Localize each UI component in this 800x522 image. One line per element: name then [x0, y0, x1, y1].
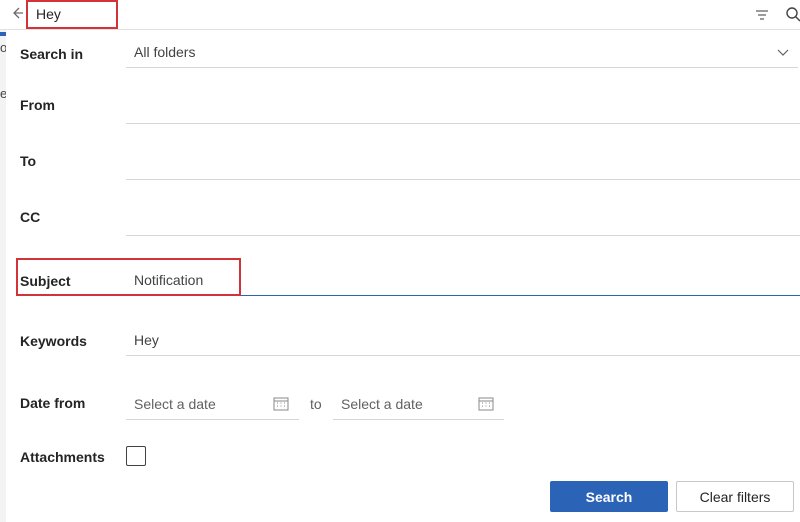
attachments-checkbox[interactable] — [126, 446, 146, 466]
calendar-icon[interactable] — [478, 397, 494, 411]
to-label: To — [20, 153, 37, 169]
highlight-box-search — [26, 0, 118, 29]
advanced-search-panel: Search in All folders From To CC Subject… — [6, 30, 800, 522]
cc-field[interactable] — [126, 206, 800, 236]
chevron-down-icon[interactable] — [776, 45, 790, 59]
date-from-placeholder: Select a date — [134, 396, 216, 412]
keywords-value: Hey — [134, 332, 159, 348]
date-from-label: Date from — [20, 395, 86, 411]
clear-filters-button[interactable]: Clear filters — [676, 481, 794, 512]
keywords-label: Keywords — [20, 333, 87, 349]
date-from-picker[interactable]: Select a date — [126, 388, 299, 420]
filter-icon[interactable] — [755, 8, 769, 22]
from-label: From — [20, 97, 55, 113]
search-in-dropdown[interactable]: All folders — [126, 38, 798, 68]
keywords-field[interactable]: Hey — [126, 326, 800, 356]
search-bar: Hey — [0, 0, 800, 30]
search-icon[interactable] — [785, 6, 800, 22]
search-button[interactable]: Search — [550, 481, 668, 512]
search-in-label: Search in — [20, 46, 84, 62]
arrow-left-icon[interactable] — [10, 6, 26, 22]
highlight-box-subject — [16, 258, 241, 296]
attachments-label: Attachments — [20, 449, 105, 465]
date-to-picker[interactable]: Select a date — [333, 388, 504, 420]
cc-label: CC — [20, 209, 41, 225]
calendar-icon[interactable] — [273, 397, 289, 411]
from-field[interactable] — [126, 94, 800, 124]
date-to-placeholder: Select a date — [341, 396, 423, 412]
to-field[interactable] — [126, 150, 800, 180]
search-in-value: All folders — [134, 44, 196, 60]
date-to-separator: to — [310, 396, 322, 412]
